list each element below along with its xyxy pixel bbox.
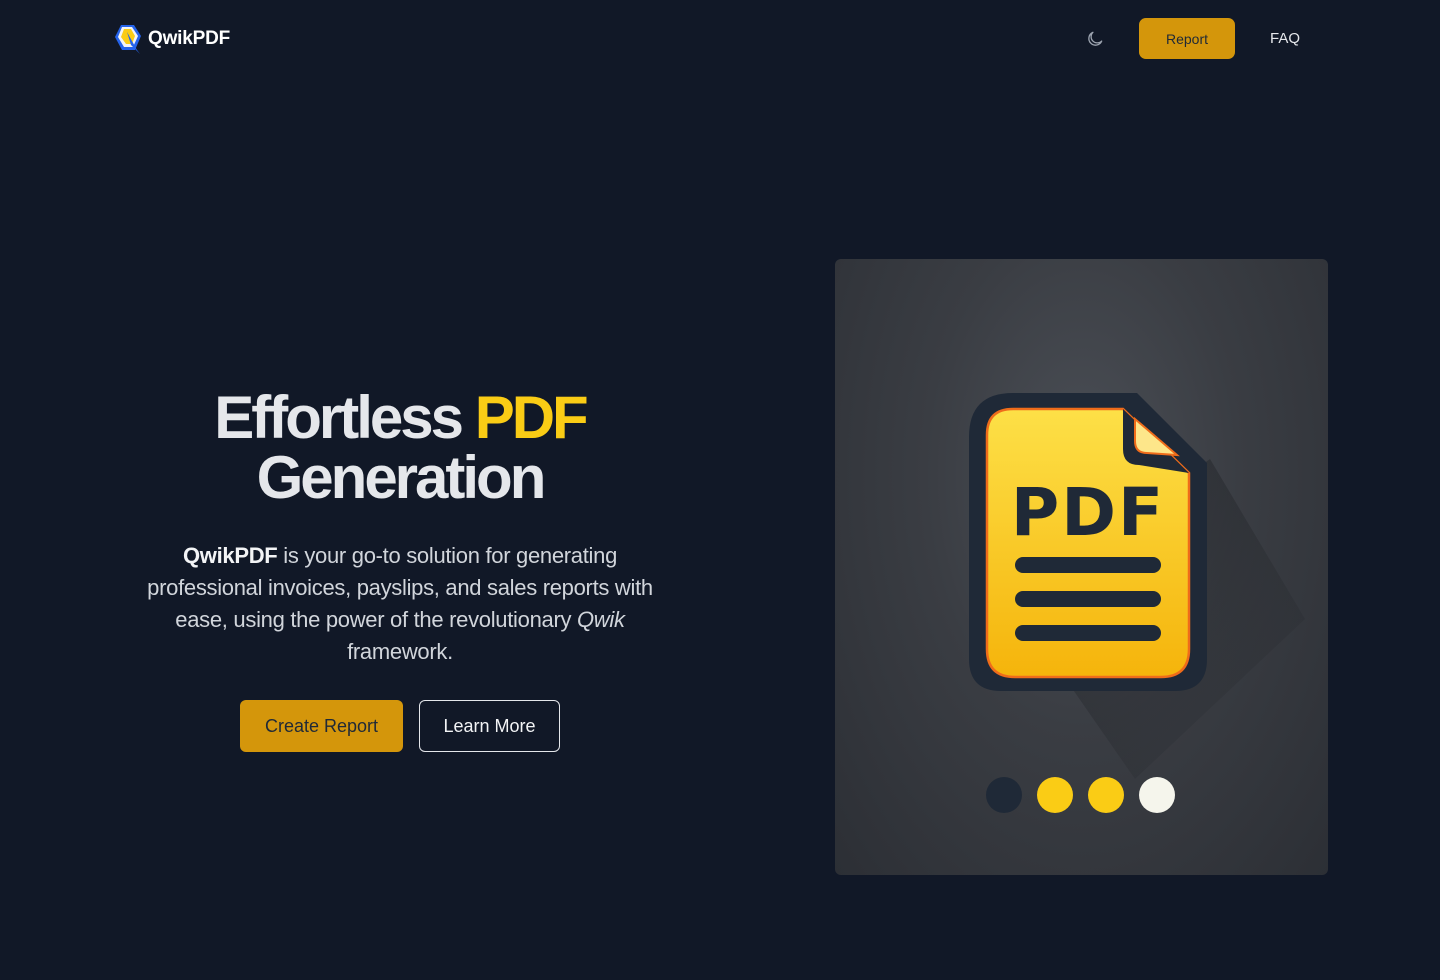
carousel-dot: [986, 777, 1022, 813]
qwik-logo-icon: [115, 25, 141, 54]
hero-section: Effortless PDF Generation QwikPDF is you…: [120, 388, 680, 752]
pdf-icon-text: PDF: [1011, 474, 1165, 551]
nav-report-button[interactable]: Report: [1139, 18, 1235, 59]
pdf-line: [1015, 591, 1161, 607]
carousel-dot: [1139, 777, 1175, 813]
carousel-dot: [1037, 777, 1073, 813]
hero-title-part2: Generation: [256, 444, 547, 511]
hero-desc-framework: Qwik: [576, 607, 625, 632]
hero-title-part1: Effortless: [214, 384, 464, 451]
nav-faq-link[interactable]: FAQ: [1256, 18, 1314, 59]
create-report-button[interactable]: Create Report: [240, 700, 403, 752]
theme-toggle-button[interactable]: [1082, 26, 1108, 52]
hero-illustration: PDF: [835, 259, 1328, 875]
carousel-dots: [986, 777, 1175, 813]
hero-actions: Create Report Learn More: [120, 700, 680, 752]
hero-title-accent: PDF: [474, 384, 589, 451]
pdf-line: [1015, 557, 1161, 573]
pdf-document-illustration: PDF: [969, 393, 1305, 813]
top-navigation: QwikPDF Report FAQ: [0, 0, 1440, 78]
hero-description: QwikPDF is your go-to solution for gener…: [130, 540, 670, 668]
brand[interactable]: QwikPDF: [112, 22, 230, 56]
moon-icon: [1088, 31, 1103, 46]
pdf-line: [1015, 625, 1161, 641]
hero-desc-text2: framework.: [347, 639, 453, 664]
carousel-dot: [1088, 777, 1124, 813]
brand-name: QwikPDF: [148, 28, 231, 49]
learn-more-button[interactable]: Learn More: [419, 700, 560, 752]
hero-title: Effortless PDF Generation: [120, 388, 680, 508]
hero-desc-brand: QwikPDF: [182, 543, 278, 568]
